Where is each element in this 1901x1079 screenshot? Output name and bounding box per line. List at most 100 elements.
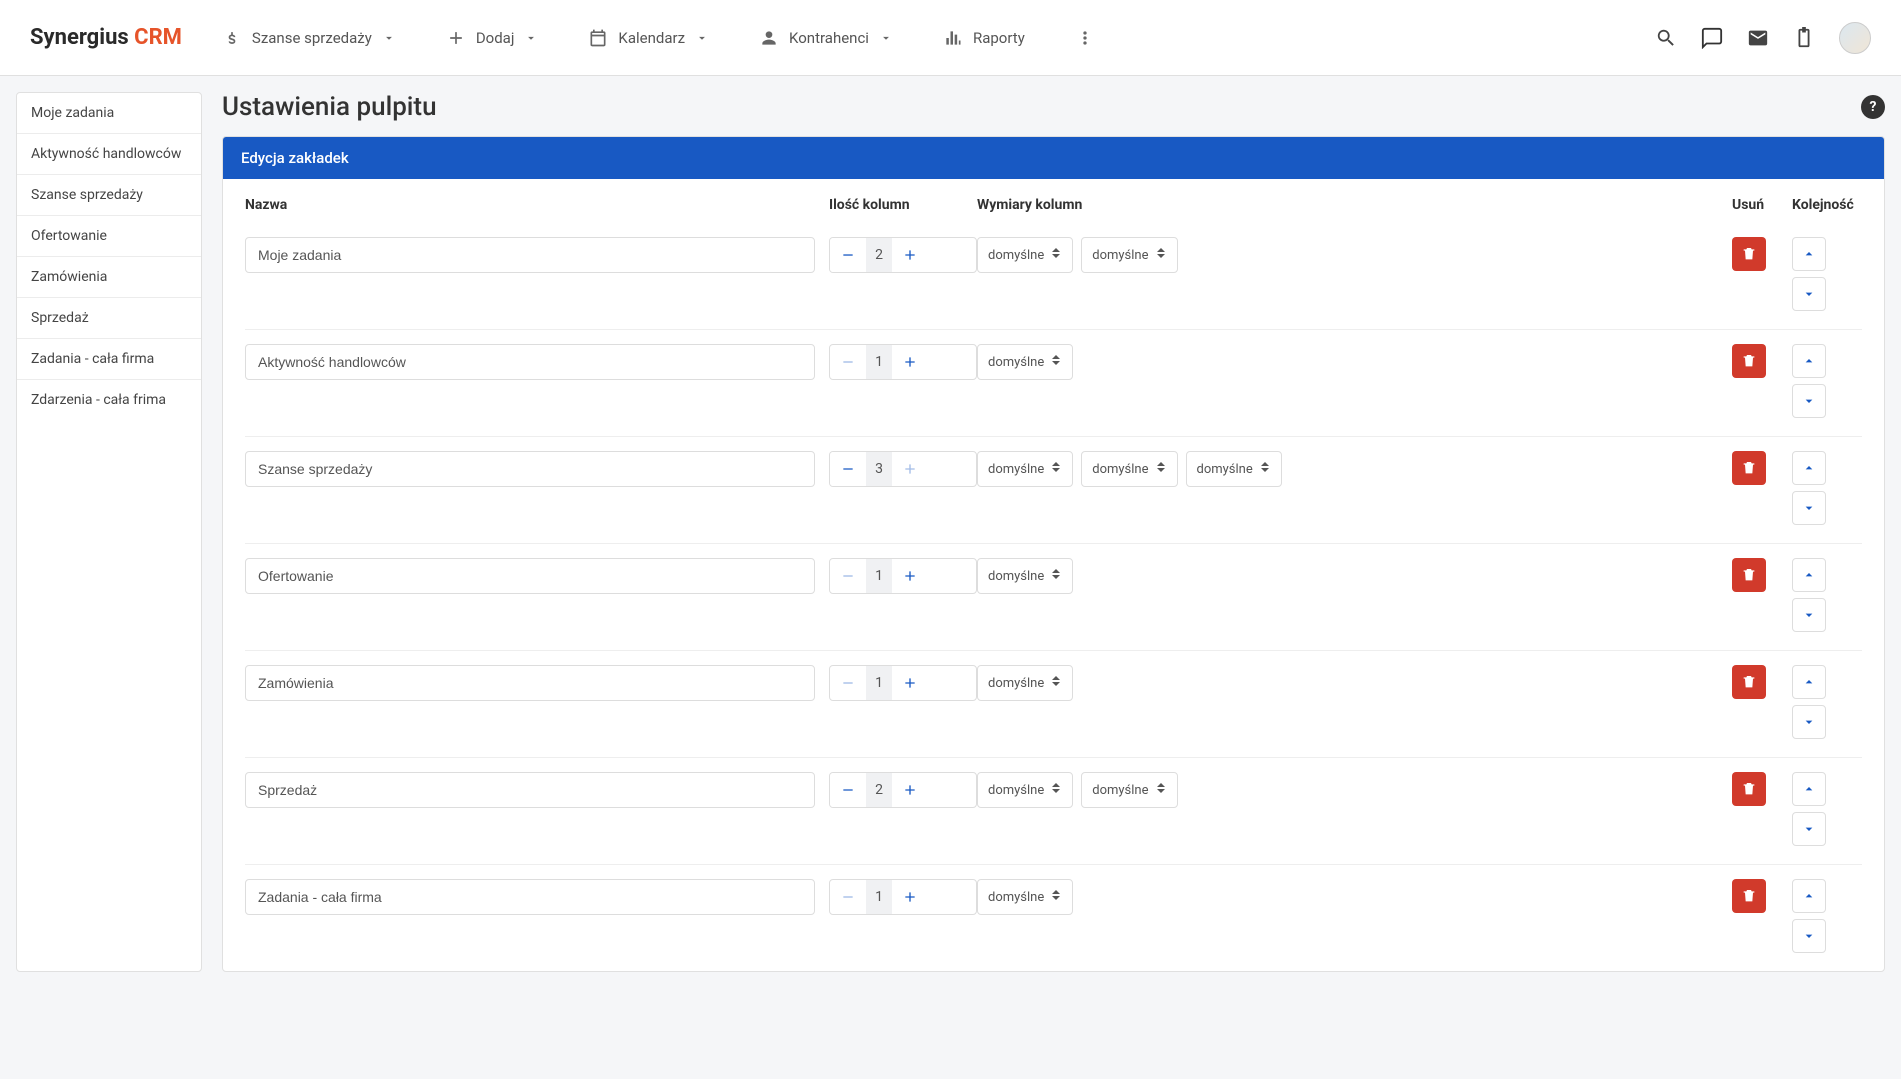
tab-name-input[interactable]	[245, 772, 815, 808]
move-down-button[interactable]	[1792, 384, 1826, 418]
help-button[interactable]: ?	[1861, 95, 1885, 119]
tab-name-input[interactable]	[245, 665, 815, 701]
nav-reports[interactable]: Raporty	[943, 28, 1025, 48]
increment-button[interactable]	[892, 345, 928, 379]
col-header-ord: Kolejność	[1792, 197, 1862, 213]
sidebar-item[interactable]: Aktywność handlowców	[17, 134, 201, 175]
move-up-button[interactable]	[1792, 879, 1826, 913]
dimension-select[interactable]: domyślne	[977, 237, 1073, 273]
chevron-down-icon	[524, 31, 538, 45]
delete-button[interactable]	[1732, 772, 1766, 806]
nav-more[interactable]	[1075, 28, 1095, 48]
move-up-button[interactable]	[1792, 451, 1826, 485]
column-count-value: 2	[866, 238, 892, 272]
mail-icon[interactable]	[1747, 27, 1769, 49]
dimension-select[interactable]: domyślne	[977, 344, 1073, 380]
bars-icon	[943, 28, 963, 48]
decrement-button[interactable]	[830, 773, 866, 807]
tab-row: 3domyślnedomyślnedomyślne	[245, 437, 1862, 544]
column-count-stepper: 1	[829, 879, 977, 915]
top-nav: Synergius CRM Szanse sprzedaży Dodaj Kal…	[0, 0, 1901, 76]
increment-button[interactable]	[892, 452, 928, 486]
chevron-down-icon	[1801, 393, 1817, 409]
sort-icon	[1052, 248, 1062, 262]
sidebar-item[interactable]: Szanse sprzedaży	[17, 175, 201, 216]
dimension-select[interactable]: domyślne	[977, 772, 1073, 808]
nav-calendar[interactable]: Kalendarz	[588, 28, 709, 48]
decrement-button[interactable]	[830, 880, 866, 914]
increment-button[interactable]	[892, 238, 928, 272]
move-up-button[interactable]	[1792, 558, 1826, 592]
decrement-button[interactable]	[830, 345, 866, 379]
plus-icon	[446, 28, 466, 48]
column-count-stepper: 3	[829, 451, 977, 487]
move-down-button[interactable]	[1792, 491, 1826, 525]
increment-button[interactable]	[892, 559, 928, 593]
nav-contractors[interactable]: Kontrahenci	[759, 28, 893, 48]
plus-icon	[902, 247, 918, 263]
move-up-button[interactable]	[1792, 665, 1826, 699]
dimension-select[interactable]: domyślne	[977, 879, 1073, 915]
sidebar-item[interactable]: Zdarzenia - cała frima	[17, 380, 201, 420]
dimension-value: domyślne	[1092, 248, 1148, 263]
more-vert-icon	[1075, 28, 1095, 48]
increment-button[interactable]	[892, 880, 928, 914]
dimension-select[interactable]: domyślne	[1081, 451, 1177, 487]
chevron-down-icon	[1801, 821, 1817, 837]
sort-icon	[1052, 783, 1062, 797]
chevron-up-icon	[1801, 246, 1817, 262]
dimension-select[interactable]: domyślne	[1081, 772, 1177, 808]
dimension-select[interactable]: domyślne	[977, 665, 1073, 701]
dimension-value: domyślne	[988, 248, 1044, 263]
tab-name-input[interactable]	[245, 344, 815, 380]
sort-icon	[1052, 676, 1062, 690]
avatar[interactable]	[1839, 22, 1871, 54]
decrement-button[interactable]	[830, 452, 866, 486]
minus-icon	[840, 675, 856, 691]
sidebar-item[interactable]: Zamówienia	[17, 257, 201, 298]
dimension-select[interactable]: domyślne	[977, 451, 1073, 487]
increment-button[interactable]	[892, 666, 928, 700]
delete-button[interactable]	[1732, 451, 1766, 485]
tab-name-input[interactable]	[245, 237, 815, 273]
move-down-button[interactable]	[1792, 277, 1826, 311]
sidebar-item[interactable]: Zadania - cała firma	[17, 339, 201, 380]
tab-row: 2domyślnedomyślne	[245, 758, 1862, 865]
move-up-button[interactable]	[1792, 772, 1826, 806]
move-up-button[interactable]	[1792, 237, 1826, 271]
clipboard-icon[interactable]	[1793, 27, 1815, 49]
dimension-select[interactable]: domyślne	[1186, 451, 1282, 487]
delete-button[interactable]	[1732, 344, 1766, 378]
sidebar: Moje zadaniaAktywność handlowcówSzanse s…	[16, 92, 202, 972]
column-count-value: 1	[866, 345, 892, 379]
nav-menu: Szanse sprzedaży Dodaj Kalendarz Kontrah…	[222, 28, 1655, 48]
delete-button[interactable]	[1732, 665, 1766, 699]
move-down-button[interactable]	[1792, 705, 1826, 739]
decrement-button[interactable]	[830, 559, 866, 593]
move-down-button[interactable]	[1792, 598, 1826, 632]
sidebar-item[interactable]: Ofertowanie	[17, 216, 201, 257]
nav-sales[interactable]: Szanse sprzedaży	[222, 28, 396, 48]
increment-button[interactable]	[892, 773, 928, 807]
move-down-button[interactable]	[1792, 919, 1826, 953]
dimension-select[interactable]: domyślne	[977, 558, 1073, 594]
delete-button[interactable]	[1732, 879, 1766, 913]
sidebar-item[interactable]: Moje zadania	[17, 93, 201, 134]
sidebar-item[interactable]: Sprzedaż	[17, 298, 201, 339]
tab-name-input[interactable]	[245, 558, 815, 594]
sort-icon	[1052, 569, 1062, 583]
tab-name-input[interactable]	[245, 451, 815, 487]
decrement-button[interactable]	[830, 238, 866, 272]
col-header-del: Usuń	[1732, 197, 1792, 213]
delete-button[interactable]	[1732, 558, 1766, 592]
move-down-button[interactable]	[1792, 812, 1826, 846]
chat-icon[interactable]	[1701, 27, 1723, 49]
delete-button[interactable]	[1732, 237, 1766, 271]
column-count-value: 1	[866, 559, 892, 593]
search-icon[interactable]	[1655, 27, 1677, 49]
dimension-select[interactable]: domyślne	[1081, 237, 1177, 273]
tab-name-input[interactable]	[245, 879, 815, 915]
move-up-button[interactable]	[1792, 344, 1826, 378]
nav-add[interactable]: Dodaj	[446, 28, 539, 48]
decrement-button[interactable]	[830, 666, 866, 700]
